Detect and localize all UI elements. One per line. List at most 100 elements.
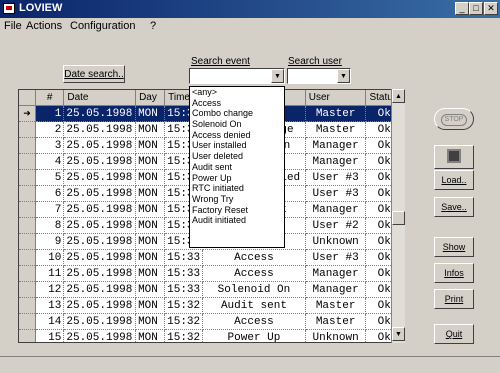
row-indicator[interactable]: ➜ [19,105,36,122]
table-row[interactable]: 12 25.05.1998 MON 15:33 Solenoid On Manager Ok [19,281,403,298]
scroll-thumb[interactable] [392,211,405,225]
table-scrollbar[interactable]: ▲ ▼ [391,89,405,343]
cell-number: 7 [35,201,65,218]
dropdown-option[interactable]: Factory Reset [190,205,284,216]
infos-button[interactable]: Infos [434,263,474,283]
dropdown-option[interactable]: RTC initiated [190,183,284,194]
scroll-up-icon[interactable]: ▲ [392,89,405,103]
table-row[interactable]: 15 25.05.1998 MON 15:32 Power Up Unknown Ok [19,329,403,342]
cell-time: 15:33 [164,265,204,282]
dropdown-option[interactable]: Combo change [190,108,284,119]
cell-date: 25.05.1998 [63,169,137,186]
cell-user: Manager [305,281,367,298]
quit-label: Quit [445,329,463,339]
cell-number: 11 [35,265,65,282]
cell-day: MON [135,281,166,298]
print-label: Print [444,294,464,304]
table-row[interactable]: 13 25.05.1998 MON 15:32 Audit sent Master Ok [19,297,403,314]
cell-date: 25.05.1998 [63,137,137,154]
cell-number: 1 [35,105,65,122]
load-label: Load.. [441,175,467,185]
cell-time: 15:32 [164,313,204,330]
row-indicator[interactable] [19,137,36,154]
cell-user: Master [305,313,367,330]
menu-help[interactable]: ? [150,20,156,32]
menu-actions[interactable]: Actions [26,20,62,32]
show-label: Show [442,242,466,252]
cell-number: 3 [35,137,65,154]
cell-day: MON [135,217,166,234]
cell-event: Access [202,313,306,330]
infos-label: Infos [444,268,464,278]
dropdown-option[interactable]: Wrong Try [190,194,284,205]
date-search-label: Date search.. [64,69,124,80]
row-indicator[interactable] [19,169,36,186]
row-indicator[interactable] [19,121,36,138]
search-event-dropdown[interactable]: <any> Access Combo change Solenoid On Access… [189,86,285,248]
cell-day: MON [135,201,166,218]
date-search-button[interactable]: Date search.. [63,65,125,83]
indicator-header [19,90,36,106]
column-header-number[interactable]: # [35,90,65,106]
chevron-down-icon[interactable]: ▼ [271,69,284,83]
load-button[interactable]: Load.. [434,170,474,190]
table-row[interactable]: 11 25.05.1998 MON 15:33 Access Manager Ok [19,265,403,282]
table-row[interactable]: 14 25.05.1998 MON 15:32 Access Master Ok [19,313,403,330]
cell-number: 12 [35,281,65,298]
row-indicator[interactable] [19,153,36,170]
cell-day: MON [135,249,166,266]
row-indicator[interactable] [19,329,36,342]
dropdown-option[interactable]: Access denied [190,130,284,141]
cell-number: 13 [35,297,65,314]
search-event-select[interactable]: ▼ [189,68,285,84]
dropdown-option[interactable]: <any> [190,87,284,98]
cell-time: 15:32 [164,329,204,342]
window-title: LOVIEW [19,2,63,14]
dropdown-option[interactable]: User installed [190,140,284,151]
dropdown-option[interactable]: Solenoid On [190,119,284,130]
minimize-icon[interactable]: _ [455,2,469,15]
row-indicator[interactable] [19,217,36,234]
cell-number: 14 [35,313,65,330]
scroll-down-icon[interactable]: ▼ [392,327,405,341]
row-indicator[interactable] [19,249,36,266]
dropdown-option[interactable]: Audit initiated [190,215,284,226]
search-user-select[interactable]: ▼ [287,68,351,84]
column-header-day[interactable]: Day [135,90,166,106]
cell-date: 25.05.1998 [63,105,137,122]
row-indicator[interactable] [19,233,36,250]
row-indicator[interactable] [19,313,36,330]
dropdown-option[interactable]: Power Up [190,173,284,184]
menu-file[interactable]: File [4,20,22,32]
quit-button[interactable]: Quit [434,324,474,344]
cell-date: 25.05.1998 [63,249,137,266]
cell-number: 9 [35,233,65,250]
maximize-icon[interactable]: □ [469,2,483,15]
row-indicator[interactable] [19,297,36,314]
row-indicator[interactable] [19,201,36,218]
cell-user: Manager [305,265,367,282]
stop-button[interactable]: STOP [434,108,474,130]
monitor-icon [447,149,461,163]
column-header-user[interactable]: User [305,90,367,106]
column-header-date[interactable]: Date [63,90,137,106]
monitor-button[interactable] [434,145,474,169]
dropdown-option[interactable]: User deleted [190,151,284,162]
save-label: Save.. [441,202,467,212]
dropdown-option[interactable]: Access [190,98,284,109]
row-indicator[interactable] [19,281,36,298]
print-button[interactable]: Print [434,289,474,309]
row-indicator[interactable] [19,265,36,282]
show-button[interactable]: Show [434,237,474,257]
menu-configuration[interactable]: Configuration [70,20,135,32]
table-row[interactable]: 10 25.05.1998 MON 15:33 Access User #3 Ok [19,249,403,266]
close-icon[interactable]: ✕ [484,2,498,15]
row-indicator[interactable] [19,185,36,202]
cell-day: MON [135,329,166,342]
chevron-down-icon[interactable]: ▼ [337,69,350,83]
save-button[interactable]: Save.. [434,197,474,217]
cell-event: Access [202,265,306,282]
dropdown-option[interactable]: Audit sent [190,162,284,173]
cell-time: 15:33 [164,249,204,266]
cell-user: Manager [305,201,367,218]
